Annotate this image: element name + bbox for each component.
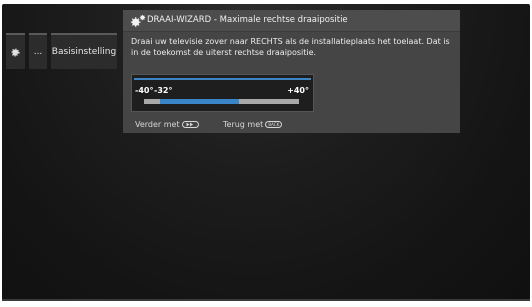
fast-forward-key-icon	[181, 121, 199, 128]
wizard-instructions: Draai uw televisie zover naar RECHTS als…	[131, 37, 450, 57]
slider-current-label: -32°	[154, 86, 173, 95]
wizard-title: DRAAI-WIZARD - Maximale rechtse draaipos…	[147, 15, 348, 25]
back-key-icon: BACK	[265, 121, 283, 128]
menu-tab-ellipsis[interactable]: ...	[29, 33, 47, 69]
menu-tab-settings[interactable]	[6, 33, 25, 69]
back-key-text: BACK	[268, 122, 280, 127]
wizard-footer: Verder met Terug met BACK	[123, 118, 460, 132]
tv-bezel-edge	[2, 299, 530, 301]
wizard-dialog: DRAAI-WIZARD - Maximale rechtse draaipos…	[123, 10, 460, 133]
slider-max-label: +40°	[287, 86, 309, 95]
gears-icon	[130, 14, 146, 28]
slider-fill	[159, 99, 239, 104]
gear-icon	[10, 47, 21, 58]
menu-tab-basisinstelling[interactable]: Basisinstelling	[51, 33, 117, 69]
wizard-header: DRAAI-WIZARD - Maximale rechtse draaipos…	[123, 10, 460, 32]
screen: ... Basisinstelling DRAAI-WIZARD - Maxim…	[0, 0, 532, 307]
next-hint[interactable]: Verder met	[135, 120, 199, 129]
slider-top-accent-line	[134, 78, 311, 80]
back-hint-label: Terug met	[223, 120, 264, 129]
back-hint[interactable]: Terug met BACK	[223, 120, 283, 129]
menu-tab-basisinstelling-label: Basisinstelling	[51, 47, 117, 57]
menu-tab-ellipsis-label: ...	[33, 47, 43, 57]
slider-track[interactable]	[144, 99, 299, 104]
next-hint-label: Verder met	[135, 120, 180, 129]
slider-min-label: -40°	[135, 86, 154, 95]
rotation-slider[interactable]: -40° -32° +40°	[131, 74, 314, 112]
